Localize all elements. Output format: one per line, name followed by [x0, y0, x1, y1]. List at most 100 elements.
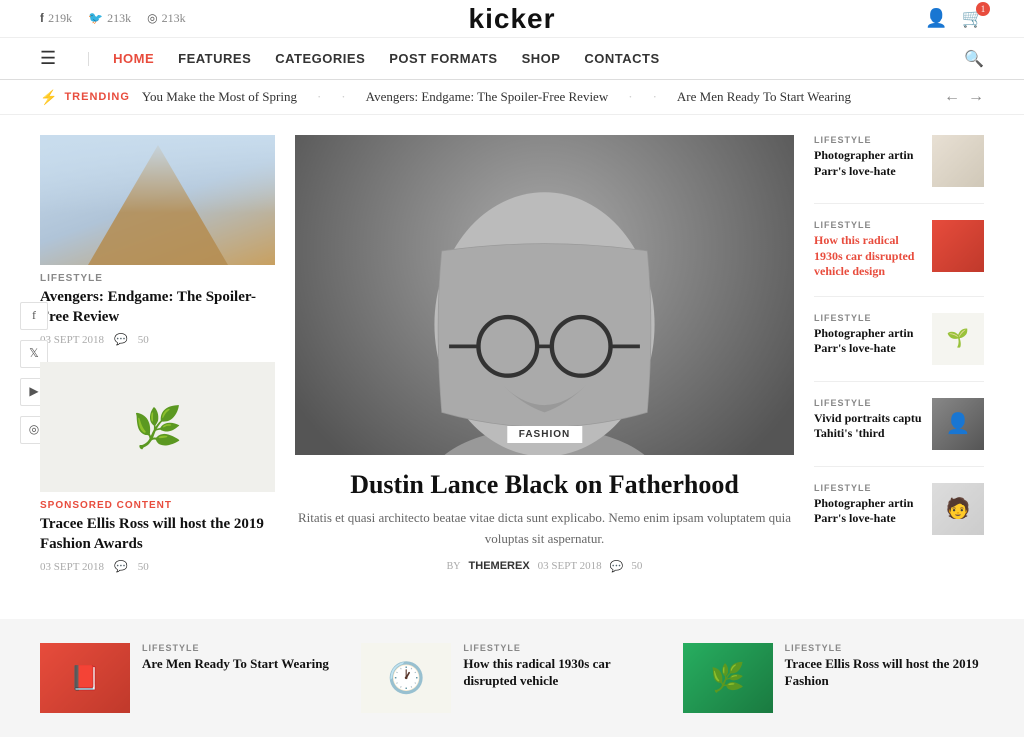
nav-divider [88, 52, 89, 66]
article-1-category: LIFESTYLE [40, 273, 275, 284]
right-article-5-thumb[interactable]: 🧑 [932, 483, 984, 535]
trending-items: You Make the Most of Spring · Avengers: … [142, 89, 932, 105]
bottom-section: 📕 LIFESTYLE Are Men Ready To Start Weari… [0, 619, 1024, 737]
bottom-article-2-info: LIFESTYLE How this radical 1930s car dis… [463, 643, 662, 713]
top-right-icons: 👤 🛒 1 [925, 8, 984, 29]
bottom-article-3-title[interactable]: Tracee Ellis Ross will host the 2019 Fas… [785, 656, 984, 690]
facebook-icon: 𝐟 [40, 11, 44, 26]
search-icon[interactable]: 🔍 [964, 49, 984, 69]
site-title[interactable]: kicker [469, 3, 556, 35]
main-content: LIFESTYLE Avengers: Endgame: The Spoiler… [0, 115, 1024, 609]
trending-item-3[interactable]: Are Men Ready To Start Wearing [677, 89, 851, 105]
bottom-article-3-thumb[interactable]: 🌿 [683, 643, 773, 713]
bottom-article-2: 🕐 LIFESTYLE How this radical 1930s car d… [361, 643, 662, 713]
featured-image[interactable]: FASHION [295, 135, 794, 455]
center-column: FASHION Dustin Lance Black on Fatherhood… [295, 135, 794, 589]
right-article-1-text: LIFESTYLE Photographer artin Parr's love… [814, 135, 922, 179]
article-1-image[interactable] [40, 135, 275, 265]
right-article-4-cat: LIFESTYLE [814, 398, 922, 408]
article-2-category: SPONSORED CONTENT [40, 500, 275, 511]
left-article-2: 🌿 SPONSORED CONTENT Tracee Ellis Ross wi… [40, 362, 275, 573]
top-bar: 𝐟 219k 🐦 213k ◎ 213k kicker 👤 🛒 1 [0, 0, 1024, 38]
bottom-articles: 📕 LIFESTYLE Are Men Ready To Start Weari… [40, 643, 984, 713]
featured-by: BY [447, 561, 461, 572]
nav-link-post-formats[interactable]: POST FORMATS [389, 51, 497, 66]
featured-meta: BY THEMEREX 03 SEPT 2018 💬 50 [295, 560, 794, 573]
right-article-4-title[interactable]: Vivid portraits captu Tahiti's 'third [814, 411, 922, 442]
twitter-count: 213k [107, 11, 131, 26]
right-article-5-text: LIFESTYLE Photographer artin Parr's love… [814, 483, 922, 527]
article-2-image[interactable]: 🌿 [40, 362, 275, 492]
featured-title[interactable]: Dustin Lance Black on Fatherhood [295, 469, 794, 500]
bottom-article-1: 📕 LIFESTYLE Are Men Ready To Start Weari… [40, 643, 341, 713]
right-article-5-cat: LIFESTYLE [814, 483, 922, 493]
right-article-2-text: LIFESTYLE How this radical 1930s car dis… [814, 220, 922, 280]
right-article-4: LIFESTYLE Vivid portraits captu Tahiti's… [814, 398, 984, 467]
trending-next[interactable]: → [968, 88, 984, 106]
article-2-date: 03 SEPT 2018 [40, 561, 104, 573]
featured-comments: 50 [631, 560, 642, 572]
facebook-social-btn[interactable]: f [20, 302, 48, 330]
bottom-article-1-info: LIFESTYLE Are Men Ready To Start Wearing [142, 643, 341, 713]
article-1-comments: 50 [138, 334, 149, 346]
bottom-article-2-title[interactable]: How this radical 1930s car disrupted veh… [463, 656, 662, 690]
trending-item-2[interactable]: Avengers: Endgame: The Spoiler-Free Revi… [366, 89, 633, 105]
bottom-article-2-thumb[interactable]: 🕐 [361, 643, 451, 713]
featured-author: THEMEREX [469, 560, 530, 572]
trending-bolt-icon: ⚡ [40, 89, 58, 106]
article-1-title[interactable]: Avengers: Endgame: The Spoiler-Free Revi… [40, 288, 275, 327]
right-article-5-title[interactable]: Photographer artin Parr's love-hate [814, 496, 922, 527]
featured-date: 03 SEPT 2018 [538, 560, 602, 572]
right-article-2-thumb[interactable] [932, 220, 984, 272]
right-column: LIFESTYLE Photographer artin Parr's love… [814, 135, 984, 589]
right-article-2: LIFESTYLE How this radical 1930s car dis… [814, 220, 984, 297]
right-article-4-thumb[interactable]: 👤 [932, 398, 984, 450]
instagram-count: 213k [162, 11, 186, 26]
nav-bar: ☰ HOME FEATURES CATEGORIES POST FORMATS … [0, 38, 1024, 80]
right-article-1: LIFESTYLE Photographer artin Parr's love… [814, 135, 984, 204]
comment-icon-2: 💬 [114, 560, 128, 573]
hamburger-menu[interactable]: ☰ [40, 48, 56, 69]
article-1-date: 03 SEPT 2018 [40, 334, 104, 346]
social-links: 𝐟 219k 🐦 213k ◎ 213k [40, 11, 186, 26]
twitter-link[interactable]: 🐦 213k [88, 11, 131, 26]
featured-category-badge: FASHION [507, 426, 582, 443]
right-article-3: LIFESTYLE Photographer artin Parr's love… [814, 313, 984, 382]
bottom-article-3-cat: LIFESTYLE [785, 643, 984, 653]
featured-excerpt: Ritatis et quasi architecto beatae vitae… [295, 508, 794, 550]
bottom-article-3: 🌿 LIFESTYLE Tracee Ellis Ross will host … [683, 643, 984, 713]
bottom-article-3-info: LIFESTYLE Tracee Ellis Ross will host th… [785, 643, 984, 713]
instagram-link[interactable]: ◎ 213k [147, 11, 185, 26]
right-article-3-thumb[interactable]: 🌱 [932, 313, 984, 365]
article-1-meta: 03 SEPT 2018 💬 50 [40, 333, 275, 346]
facebook-link[interactable]: 𝐟 219k [40, 11, 72, 26]
right-article-1-title[interactable]: Photographer artin Parr's love-hate [814, 148, 922, 179]
article-2-comments: 50 [138, 561, 149, 573]
facebook-count: 219k [48, 11, 72, 26]
right-article-1-cat: LIFESTYLE [814, 135, 922, 145]
bottom-article-2-cat: LIFESTYLE [463, 643, 662, 653]
bottom-article-1-thumb[interactable]: 📕 [40, 643, 130, 713]
article-2-title[interactable]: Tracee Ellis Ross will host the 2019 Fas… [40, 515, 275, 554]
user-icon[interactable]: 👤 [925, 8, 947, 29]
nav-links: HOME FEATURES CATEGORIES POST FORMATS SH… [113, 51, 940, 66]
trending-item-1[interactable]: You Make the Most of Spring [142, 89, 321, 105]
featured-comment-icon: 💬 [610, 560, 624, 573]
right-article-2-title[interactable]: How this radical 1930s car disrupted veh… [814, 233, 922, 280]
right-article-1-thumb[interactable] [932, 135, 984, 187]
nav-link-shop[interactable]: SHOP [522, 51, 561, 66]
bottom-article-1-title[interactable]: Are Men Ready To Start Wearing [142, 656, 341, 673]
nav-link-categories[interactable]: CATEGORIES [275, 51, 365, 66]
nav-link-features[interactable]: FEATURES [178, 51, 251, 66]
featured-image-container: FASHION [295, 135, 794, 455]
bottom-article-1-cat: LIFESTYLE [142, 643, 341, 653]
right-article-3-text: LIFESTYLE Photographer artin Parr's love… [814, 313, 922, 357]
nav-link-contacts[interactable]: CONTACTS [584, 51, 659, 66]
right-article-3-title[interactable]: Photographer artin Parr's love-hate [814, 326, 922, 357]
nav-link-home[interactable]: HOME [113, 51, 154, 66]
left-column: LIFESTYLE Avengers: Endgame: The Spoiler… [40, 135, 275, 589]
right-article-2-cat: LIFESTYLE [814, 220, 922, 230]
cart-badge: 1 [976, 2, 990, 16]
trending-prev[interactable]: ← [944, 88, 960, 106]
cart-icon[interactable]: 🛒 1 [962, 8, 984, 29]
